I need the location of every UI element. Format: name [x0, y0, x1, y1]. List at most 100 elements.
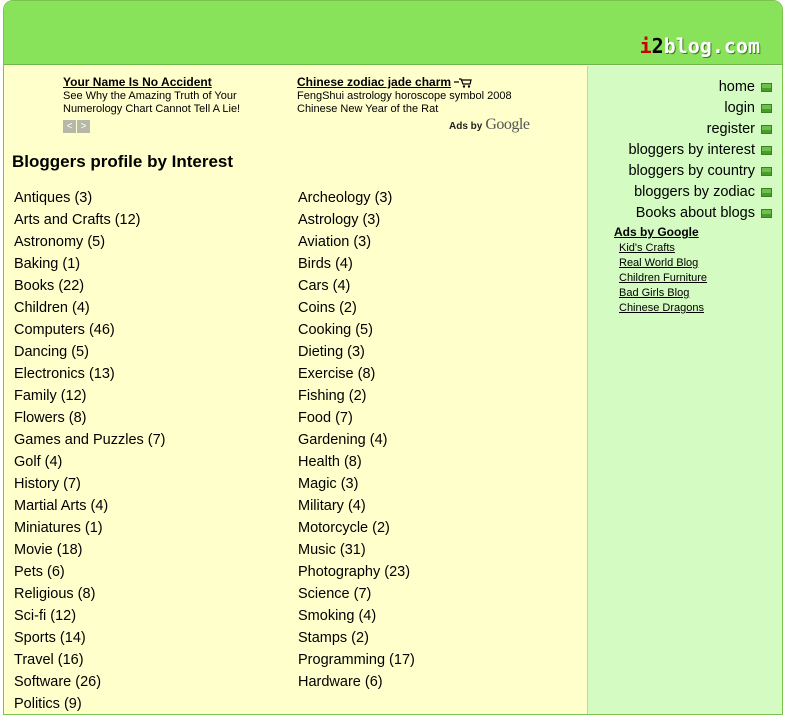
- ad-2-line-1: FengShui astrology horoscope symbol 2008: [297, 90, 512, 102]
- nav-item-label: login: [724, 100, 755, 116]
- interest-link[interactable]: Miniatures (1): [14, 517, 166, 539]
- sidebar-ad-link[interactable]: Real World Blog: [619, 256, 707, 271]
- interest-link[interactable]: Military (4): [298, 495, 415, 517]
- ad-1-line-1: See Why the Amazing Truth of Your: [63, 90, 237, 102]
- interest-link[interactable]: Exercise (8): [298, 363, 415, 385]
- nav-item-home[interactable]: home: [628, 77, 772, 98]
- sidebar-ad-link[interactable]: Kid's Crafts: [619, 241, 707, 256]
- sidebar-ad-link[interactable]: Bad Girls Blog: [619, 286, 707, 301]
- interest-link[interactable]: Antiques (3): [14, 187, 166, 209]
- interest-link[interactable]: Politics (9): [14, 693, 166, 714]
- interest-link[interactable]: Smoking (4): [298, 605, 415, 627]
- nav-item-books-about-blogs[interactable]: Books about blogs: [628, 203, 772, 224]
- interest-link[interactable]: Pets (6): [14, 561, 166, 583]
- interest-link[interactable]: Children (4): [14, 297, 166, 319]
- interest-link[interactable]: Electronics (13): [14, 363, 166, 385]
- ad-2-title[interactable]: Chinese zodiac jade charm: [297, 76, 451, 89]
- logo-domain: blog.com: [663, 34, 760, 58]
- interest-list-right: Archeology (3) Astrology (3) Aviation (3) B…: [298, 187, 415, 693]
- ad-2-line-2: Chinese New Year of the Rat: [297, 103, 439, 115]
- interest-link[interactable]: Food (7): [298, 407, 415, 429]
- nav-item-label: home: [718, 79, 755, 95]
- interest-link[interactable]: Stamps (2): [298, 627, 415, 649]
- sidebar-ad-link[interactable]: Chinese Dragons: [619, 301, 707, 316]
- interest-link[interactable]: Sports (14): [14, 627, 166, 649]
- interest-link[interactable]: Hardware (6): [298, 671, 415, 693]
- interest-link[interactable]: Health (8): [298, 451, 415, 473]
- interest-link[interactable]: Martial Arts (4): [14, 495, 166, 517]
- nav-item-bloggers-by-interest[interactable]: bloggers by interest: [628, 140, 772, 161]
- cart-icon: [454, 78, 472, 88]
- interest-link[interactable]: Books (22): [14, 275, 166, 297]
- page-frame: i2blog.com Your Name Is No Accident See …: [3, 0, 783, 715]
- nav-item-label: bloggers by zodiac: [634, 184, 755, 200]
- interest-link[interactable]: Golf (4): [14, 451, 166, 473]
- ad-prev-button[interactable]: <: [63, 120, 76, 133]
- main-content: Your Name Is No Accident See Why the Ama…: [4, 66, 587, 714]
- ads-by-label: Ads by: [449, 121, 483, 132]
- nav-item-label: bloggers by country: [628, 163, 755, 179]
- interest-link[interactable]: Flowers (8): [14, 407, 166, 429]
- sidebar-nav: home login register bloggers by interest blo…: [628, 77, 772, 224]
- ad-1-title[interactable]: Your Name Is No Accident: [63, 76, 240, 89]
- interest-link[interactable]: Travel (16): [14, 649, 166, 671]
- green-square-icon: [761, 83, 772, 92]
- interest-link[interactable]: Coins (2): [298, 297, 415, 319]
- ad-unit-2[interactable]: Chinese zodiac jade charm FengShui astro…: [297, 76, 512, 116]
- ad-next-button[interactable]: >: [77, 120, 90, 133]
- interest-link[interactable]: Games and Puzzles (7): [14, 429, 166, 451]
- green-square-icon: [761, 125, 772, 134]
- sidebar-ads-list: Kid's Crafts Real World Blog Children Furn…: [619, 241, 707, 316]
- interest-link[interactable]: Science (7): [298, 583, 415, 605]
- green-square-icon: [761, 209, 772, 218]
- ad-1-line-2: Numerology Chart Cannot Tell A Lie!: [63, 103, 241, 115]
- interest-link[interactable]: Photography (23): [298, 561, 415, 583]
- interest-link[interactable]: Birds (4): [298, 253, 415, 275]
- interest-link[interactable]: Baking (1): [14, 253, 166, 275]
- nav-item-login[interactable]: login: [628, 98, 772, 119]
- nav-item-register[interactable]: register: [628, 119, 772, 140]
- ad-unit-1[interactable]: Your Name Is No Accident See Why the Ama…: [63, 76, 240, 116]
- interest-link[interactable]: Cars (4): [298, 275, 415, 297]
- nav-item-label: register: [706, 121, 755, 137]
- logo-i: i: [639, 34, 652, 58]
- sidebar: home login register bloggers by interest blo…: [587, 66, 782, 714]
- interest-link[interactable]: Dancing (5): [14, 341, 166, 363]
- interest-link[interactable]: Dieting (3): [298, 341, 415, 363]
- interest-link[interactable]: Cooking (5): [298, 319, 415, 341]
- sidebar-ads: Ads by Google Kid's Crafts Real World Blo…: [614, 225, 707, 316]
- interest-link[interactable]: Programming (17): [298, 649, 415, 671]
- interest-link[interactable]: Fishing (2): [298, 385, 415, 407]
- ad-pager: < >: [63, 120, 90, 133]
- green-square-icon: [761, 188, 772, 197]
- interest-link[interactable]: Motorcycle (2): [298, 517, 415, 539]
- interest-link[interactable]: Archeology (3): [298, 187, 415, 209]
- green-square-icon: [761, 167, 772, 176]
- interest-link[interactable]: History (7): [14, 473, 166, 495]
- interest-link[interactable]: Software (26): [14, 671, 166, 693]
- interest-link[interactable]: Astronomy (5): [14, 231, 166, 253]
- green-square-icon: [761, 104, 772, 113]
- interest-list-left: Antiques (3) Arts and Crafts (12) Astronom…: [14, 187, 166, 714]
- interest-link[interactable]: Arts and Crafts (12): [14, 209, 166, 231]
- logo-2: 2: [651, 34, 664, 58]
- nav-item-bloggers-by-zodiac[interactable]: bloggers by zodiac: [628, 182, 772, 203]
- green-square-icon: [761, 146, 772, 155]
- nav-item-bloggers-by-country[interactable]: bloggers by country: [628, 161, 772, 182]
- interest-link[interactable]: Computers (46): [14, 319, 166, 341]
- site-header: i2blog.com: [4, 1, 782, 65]
- interest-link[interactable]: Music (31): [298, 539, 415, 561]
- site-logo[interactable]: i2blog.com: [640, 34, 760, 58]
- sidebar-ads-heading[interactable]: Ads by Google: [614, 225, 707, 239]
- interest-link[interactable]: Astrology (3): [298, 209, 415, 231]
- ads-by-google-badge[interactable]: Ads by Google: [449, 116, 530, 134]
- interest-link[interactable]: Religious (8): [14, 583, 166, 605]
- sidebar-ad-link[interactable]: Children Furniture: [619, 271, 707, 286]
- interest-link[interactable]: Family (12): [14, 385, 166, 407]
- interest-link[interactable]: Aviation (3): [298, 231, 415, 253]
- interest-link[interactable]: Movie (18): [14, 539, 166, 561]
- interest-link[interactable]: Gardening (4): [298, 429, 415, 451]
- interest-link[interactable]: Magic (3): [298, 473, 415, 495]
- interest-link[interactable]: Sci-fi (12): [14, 605, 166, 627]
- nav-item-label: Books about blogs: [635, 205, 755, 221]
